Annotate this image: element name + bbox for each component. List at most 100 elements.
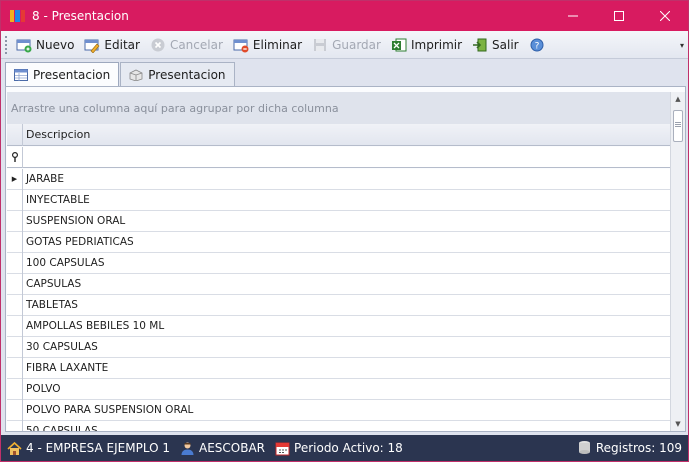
scroll-thumb[interactable] — [673, 110, 683, 142]
cell-descripcion: 100 CAPSULAS — [26, 257, 105, 269]
table-row[interactable]: 30 CAPSULAS — [7, 336, 670, 358]
table-row[interactable]: GOTAS PEDRIATICAS — [7, 231, 670, 253]
row-indicator — [7, 231, 23, 253]
status-company: 4 - EMPRESA EJEMPLO 1 — [7, 441, 170, 456]
tab-presentacion-grid[interactable]: Presentacion — [5, 62, 120, 87]
new-doc-icon — [16, 37, 32, 53]
toolbar-grip[interactable] — [5, 35, 8, 54]
table-row[interactable]: 100 CAPSULAS — [7, 252, 670, 274]
print-button-label: Imprimir — [410, 37, 463, 52]
filter-icon — [7, 146, 23, 168]
grid-panel: Arrastre una columna aquí para agrupar p… — [5, 86, 686, 432]
tab-label: Presentacion — [148, 67, 226, 82]
header-indicator — [7, 123, 23, 146]
cell-descripcion: POLVO — [26, 383, 61, 395]
table-row[interactable]: FIBRA LAXANTE — [7, 357, 670, 379]
column-header-descripcion[interactable]: Descripcion — [23, 128, 90, 141]
cell-descripcion: INYECTABLE — [26, 194, 90, 206]
cancel-button[interactable]: Cancelar — [146, 34, 229, 56]
edit-icon — [84, 37, 100, 53]
row-indicator — [7, 210, 23, 232]
scroll-up-icon[interactable]: ▲ — [671, 92, 685, 106]
cell-descripcion: CAPSULAS — [26, 278, 82, 290]
save-button[interactable]: Guardar — [308, 34, 387, 56]
help-icon: ? — [529, 37, 545, 53]
maximize-button[interactable] — [596, 1, 642, 31]
grid-icon — [14, 69, 28, 81]
row-indicator — [7, 252, 23, 274]
status-company-label: 4 - EMPRESA EJEMPLO 1 — [26, 441, 170, 455]
scroll-down-icon[interactable]: ▼ — [671, 417, 685, 431]
user-icon — [180, 441, 195, 456]
grid-rows: ▶ JARABE INYECTABLE SUSPENSION ORAL GOTAS PE… — [7, 169, 670, 431]
cell-descripcion: 50 CAPSULAS — [26, 425, 98, 431]
window-title: 8 - Presentacion — [32, 9, 129, 23]
exit-button[interactable]: Salir — [468, 34, 525, 56]
tab-label: Presentacion — [33, 68, 111, 82]
table-row[interactable]: POLVO PARA SUSPENSION ORAL — [7, 399, 670, 421]
close-icon — [660, 11, 670, 21]
help-button[interactable]: ? — [525, 34, 555, 56]
app-window: 8 - Presentacion Nuevo Editar Cancelar E… — [0, 0, 689, 462]
row-indicator — [7, 273, 23, 295]
title-bar[interactable]: 8 - Presentacion — [1, 1, 688, 31]
cell-descripcion: SUSPENSION ORAL — [26, 215, 126, 227]
current-row-marker-icon: ▶ — [7, 169, 23, 190]
status-period: Periodo Activo: 18 — [275, 441, 403, 456]
exit-icon — [472, 37, 488, 53]
auto-filter-row[interactable] — [7, 146, 670, 168]
column-header-row: Descripcion — [7, 123, 670, 146]
tab-strip: Presentacion Presentacion — [5, 62, 236, 87]
table-row[interactable]: ▶ JARABE — [7, 169, 670, 190]
new-button-label: Nuevo — [36, 37, 75, 52]
delete-button-label: Eliminar — [252, 37, 303, 52]
maximize-icon — [614, 11, 624, 21]
toolbar-overflow-icon[interactable]: ▾ — [680, 41, 684, 50]
table-row[interactable]: TABLETAS — [7, 294, 670, 316]
status-period-label: Periodo Activo: 18 — [294, 441, 403, 455]
table-row[interactable]: CAPSULAS — [7, 273, 670, 295]
group-by-panel[interactable]: Arrastre una columna aquí para agrupar p… — [7, 92, 670, 124]
table-row[interactable]: AMPOLLAS BEBILES 10 ML — [7, 315, 670, 337]
app-icon — [10, 10, 26, 22]
edit-button[interactable]: Editar — [80, 34, 146, 56]
exit-button-label: Salir — [492, 37, 519, 52]
table-row[interactable]: 50 CAPSULAS — [7, 420, 670, 431]
calendar-icon — [275, 441, 290, 456]
cell-descripcion: 30 CAPSULAS — [26, 341, 98, 353]
row-indicator — [7, 357, 23, 379]
status-records: Registros: 109 — [577, 440, 682, 455]
cell-descripcion: POLVO PARA SUSPENSION ORAL — [26, 404, 194, 416]
print-button[interactable]: Imprimir — [387, 34, 468, 56]
excel-print-icon — [391, 37, 407, 53]
svg-text:?: ? — [534, 41, 539, 51]
status-user-label: AESCOBAR — [199, 441, 266, 455]
row-indicator — [7, 315, 23, 337]
row-indicator — [7, 399, 23, 421]
save-button-label: Guardar — [332, 37, 381, 52]
table-row[interactable]: POLVO — [7, 378, 670, 400]
home-icon — [7, 441, 22, 456]
row-indicator — [7, 378, 23, 400]
delete-button[interactable]: Eliminar — [229, 34, 308, 56]
close-button[interactable] — [642, 1, 688, 31]
toolbar: Nuevo Editar Cancelar Eliminar Guardar I… — [1, 31, 688, 59]
row-indicator — [7, 189, 23, 211]
row-indicator — [7, 336, 23, 358]
minimize-button[interactable] — [550, 1, 596, 31]
vertical-scrollbar[interactable]: ▲ ▼ — [670, 92, 685, 431]
cell-descripcion: TABLETAS — [26, 299, 78, 311]
cancel-button-label: Cancelar — [169, 37, 223, 52]
status-user: AESCOBAR — [180, 441, 265, 456]
tab-presentacion-detail[interactable]: Presentacion — [120, 62, 235, 86]
box-icon — [129, 69, 143, 81]
cell-descripcion: GOTAS PEDRIATICAS — [26, 236, 134, 248]
row-indicator — [7, 294, 23, 316]
table-row[interactable]: INYECTABLE — [7, 189, 670, 211]
minimize-icon — [568, 15, 578, 17]
new-button[interactable]: Nuevo — [12, 34, 80, 56]
table-row[interactable]: SUSPENSION ORAL — [7, 210, 670, 232]
edit-button-label: Editar — [104, 37, 140, 52]
status-records-label: Registros: 109 — [595, 440, 682, 455]
cancel-icon — [150, 37, 166, 53]
